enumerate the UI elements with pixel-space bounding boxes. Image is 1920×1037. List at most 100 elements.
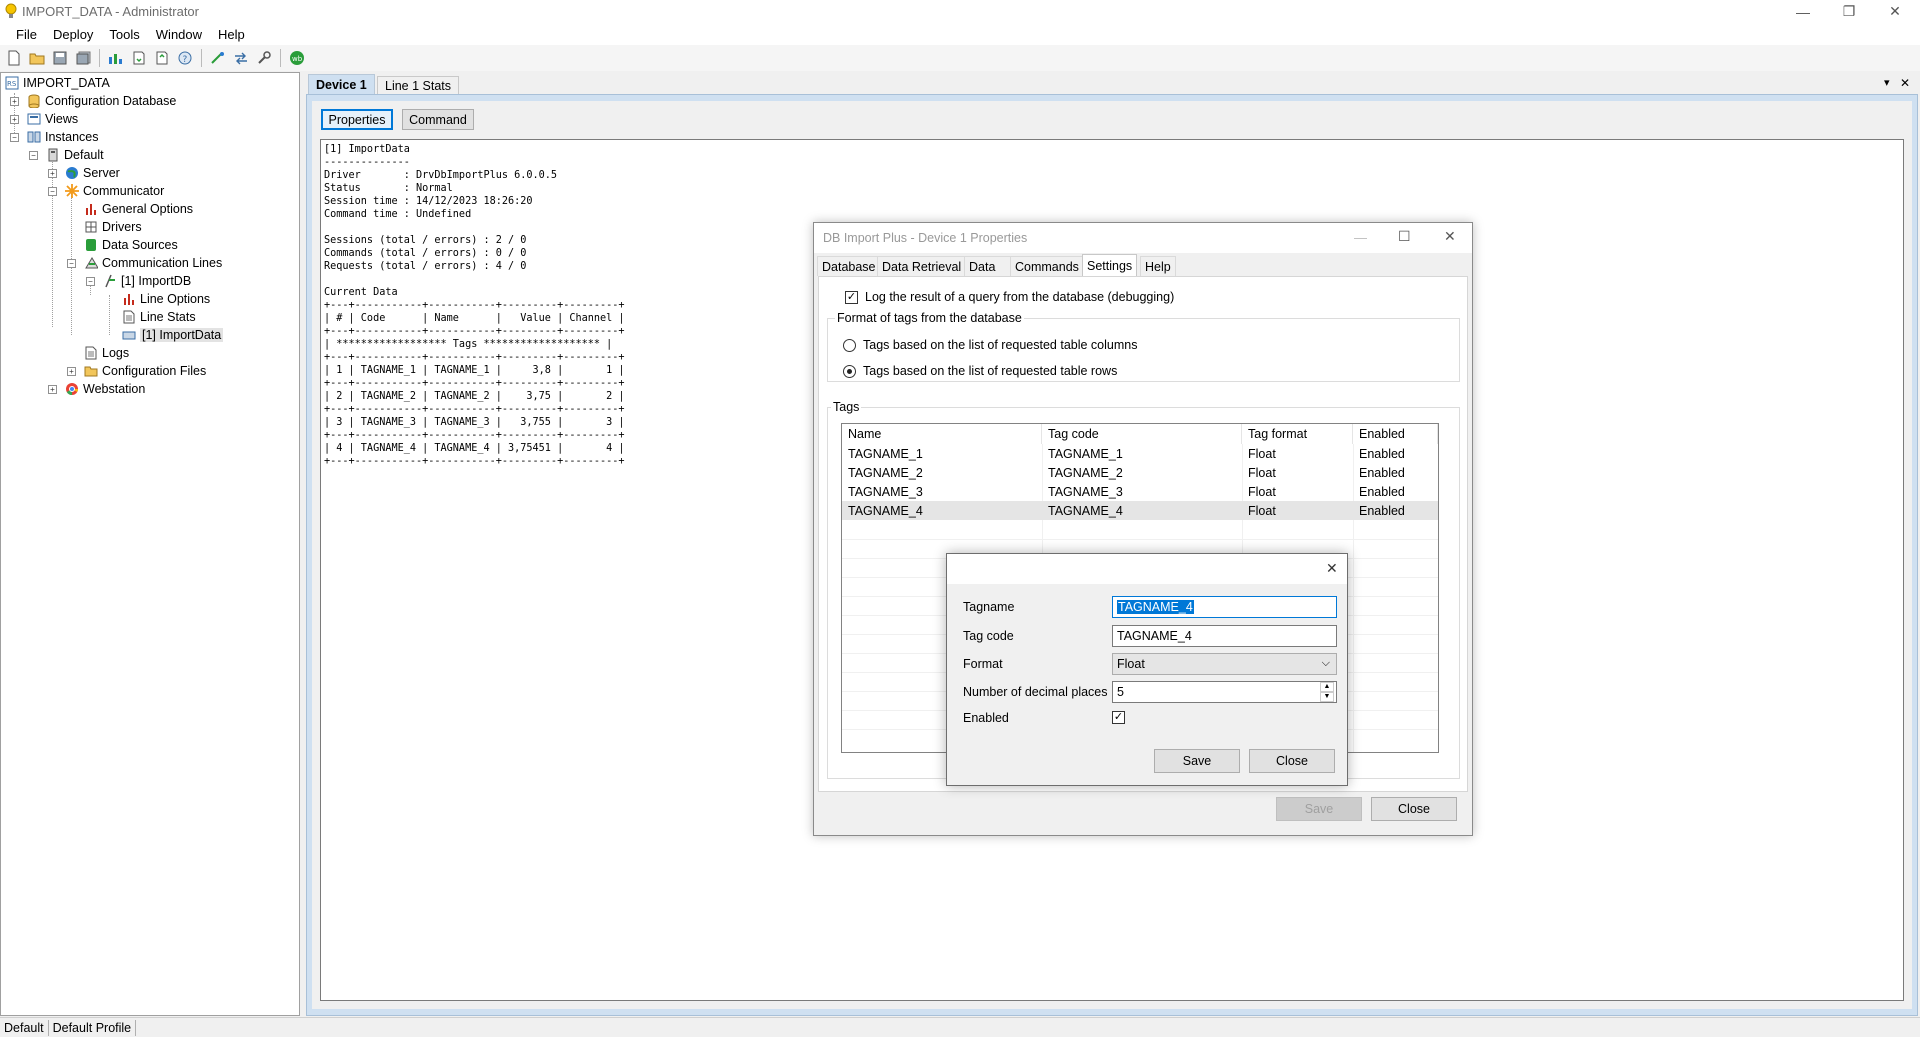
properties-button[interactable]: Properties — [321, 109, 393, 130]
expand-toggle[interactable]: + — [48, 169, 57, 178]
column-header-name[interactable]: Name — [842, 424, 1042, 444]
stepper-down-icon[interactable]: ▼ — [1320, 692, 1334, 702]
tree-label: Instances — [45, 130, 99, 144]
save-button[interactable]: Save — [1276, 797, 1362, 821]
deploy-icon[interactable] — [208, 48, 228, 68]
export-icon[interactable] — [152, 48, 172, 68]
tree-node-comm-lines[interactable]: Communication Lines — [84, 254, 222, 272]
tree-label: Logs — [102, 346, 130, 360]
radio-columns[interactable] — [843, 339, 856, 352]
table-row[interactable]: TAGNAME_1 TAGNAME_1 Float Enabled — [842, 444, 1438, 463]
menu-bar: File Deploy Tools Window Help — [0, 23, 1920, 45]
tree-node-webstation[interactable]: Webstation — [65, 380, 145, 398]
tree-node-drivers[interactable]: Drivers — [84, 218, 142, 236]
document-icon — [84, 346, 98, 360]
tree-node-views[interactable]: Views — [27, 110, 78, 128]
tab-commands[interactable]: Commands — [1010, 256, 1084, 276]
tree-label: [1] ImportDB — [121, 274, 192, 288]
expand-toggle[interactable]: + — [48, 385, 57, 394]
stepper-up-icon[interactable]: ▲ — [1320, 682, 1334, 692]
webstation-icon[interactable]: wb — [287, 48, 307, 68]
tab-help[interactable]: Help — [1140, 256, 1176, 276]
chart-icon[interactable] — [106, 48, 126, 68]
expand-toggle[interactable]: + — [10, 115, 19, 124]
enabled-checkbox[interactable]: ✓ — [1112, 711, 1125, 724]
minimize-icon[interactable]: — — [1354, 230, 1367, 245]
save-icon[interactable] — [50, 48, 70, 68]
toolbar-separator — [201, 49, 202, 67]
column-header-tag-format[interactable]: Tag format — [1242, 424, 1353, 444]
tab-line-1-stats[interactable]: Line 1 Stats — [377, 76, 460, 94]
collapse-toggle[interactable]: − — [48, 187, 57, 196]
minimize-button[interactable]: — — [1780, 0, 1826, 23]
open-folder-icon[interactable] — [27, 48, 47, 68]
tools-icon[interactable] — [254, 48, 274, 68]
close-tab-icon[interactable]: ✕ — [1900, 76, 1910, 90]
line-icon — [103, 274, 117, 288]
log-query-checkbox[interactable]: ✓ — [845, 291, 858, 304]
collapse-toggle[interactable]: − — [10, 133, 19, 142]
tree-node-communicator[interactable]: Communicator — [65, 182, 164, 200]
tab-settings[interactable]: Settings — [1082, 254, 1138, 277]
tree-node-config-files[interactable]: Configuration Files — [84, 362, 206, 380]
menu-deploy[interactable]: Deploy — [45, 25, 101, 44]
project-icon: RS — [5, 76, 19, 90]
table-row[interactable]: TAGNAME_3 TAGNAME_3 Float Enabled — [842, 482, 1438, 501]
tree-node-general-options[interactable]: General Options — [84, 200, 193, 218]
transfer-icon[interactable] — [231, 48, 251, 68]
menu-window[interactable]: Window — [148, 25, 210, 44]
collapse-toggle[interactable]: − — [86, 277, 95, 286]
tagcode-value: TAGNAME_4 — [1117, 629, 1192, 643]
maximize-icon[interactable]: ☐ — [1398, 228, 1411, 245]
tree-node-config-db[interactable]: Configuration Database — [27, 92, 176, 110]
table-row-selected[interactable]: TAGNAME_4 TAGNAME_4 Float Enabled — [842, 501, 1438, 520]
save-all-icon[interactable] — [73, 48, 93, 68]
save-button[interactable]: Save — [1154, 749, 1240, 773]
tree-node-import-data[interactable]: [1] ImportData — [122, 326, 224, 344]
help-icon[interactable]: ? — [175, 48, 195, 68]
close-button[interactable]: Close — [1249, 749, 1335, 773]
tree-node-line-options[interactable]: Line Options — [122, 290, 210, 308]
close-icon[interactable]: ✕ — [1326, 560, 1338, 577]
table-row[interactable]: TAGNAME_2 TAGNAME_2 Float Enabled — [842, 463, 1438, 482]
decimals-stepper[interactable]: 5 ▲ ▼ — [1112, 681, 1337, 703]
tree-node-instances[interactable]: Instances — [27, 128, 99, 146]
toolbar-separator — [99, 49, 100, 67]
tagname-input[interactable]: TAGNAME_4 — [1112, 596, 1337, 618]
collapse-toggle[interactable]: − — [67, 259, 76, 268]
column-header-tag-code[interactable]: Tag code — [1042, 424, 1242, 444]
tree-node-server[interactable]: Server — [65, 164, 120, 182]
close-icon[interactable]: ✕ — [1444, 228, 1456, 245]
tree-node-root[interactable]: RS IMPORT_DATA — [5, 74, 110, 92]
import-icon[interactable] — [129, 48, 149, 68]
format-value: Float — [1117, 657, 1145, 671]
menu-tools[interactable]: Tools — [101, 25, 147, 44]
command-button[interactable]: Command — [402, 109, 474, 130]
dialog-title-bar: DB Import Plus - Device 1 Properties — ☐… — [814, 223, 1472, 253]
menu-help[interactable]: Help — [210, 25, 253, 44]
tree-node-default[interactable]: Default — [46, 146, 104, 164]
tree-node-import-db[interactable]: [1] ImportDB — [103, 272, 191, 290]
collapse-toggle[interactable]: − — [29, 151, 38, 160]
column-header-enabled[interactable]: Enabled — [1353, 424, 1438, 444]
menu-file[interactable]: File — [8, 25, 45, 44]
expand-toggle[interactable]: + — [10, 97, 19, 106]
tab-list-dropdown-icon[interactable]: ▾ — [1884, 76, 1890, 89]
toolbar-separator — [280, 49, 281, 67]
tab-device-1[interactable]: Device 1 — [308, 74, 375, 94]
format-select[interactable]: Float ⌵ — [1112, 653, 1337, 675]
close-button[interactable]: Close — [1371, 797, 1457, 821]
tab-database[interactable]: Database — [817, 256, 881, 276]
close-window-button[interactable]: ✕ — [1872, 0, 1918, 23]
svg-text:?: ? — [183, 55, 188, 65]
tagcode-input[interactable]: TAGNAME_4 — [1112, 625, 1337, 647]
radio-rows[interactable] — [843, 365, 856, 378]
tree-node-logs[interactable]: Logs — [84, 344, 129, 362]
new-file-icon[interactable] — [4, 48, 24, 68]
tree-node-line-stats[interactable]: Line Stats — [122, 308, 196, 326]
table-rows: TAGNAME_1 TAGNAME_1 Float Enabled TAGNAM… — [842, 444, 1438, 520]
expand-toggle[interactable]: + — [67, 367, 76, 376]
restore-button[interactable]: ❐ — [1826, 0, 1872, 23]
tree-node-data-sources[interactable]: Data Sources — [84, 236, 178, 254]
tab-data-retrieval[interactable]: Data Retrieval — [877, 256, 967, 276]
